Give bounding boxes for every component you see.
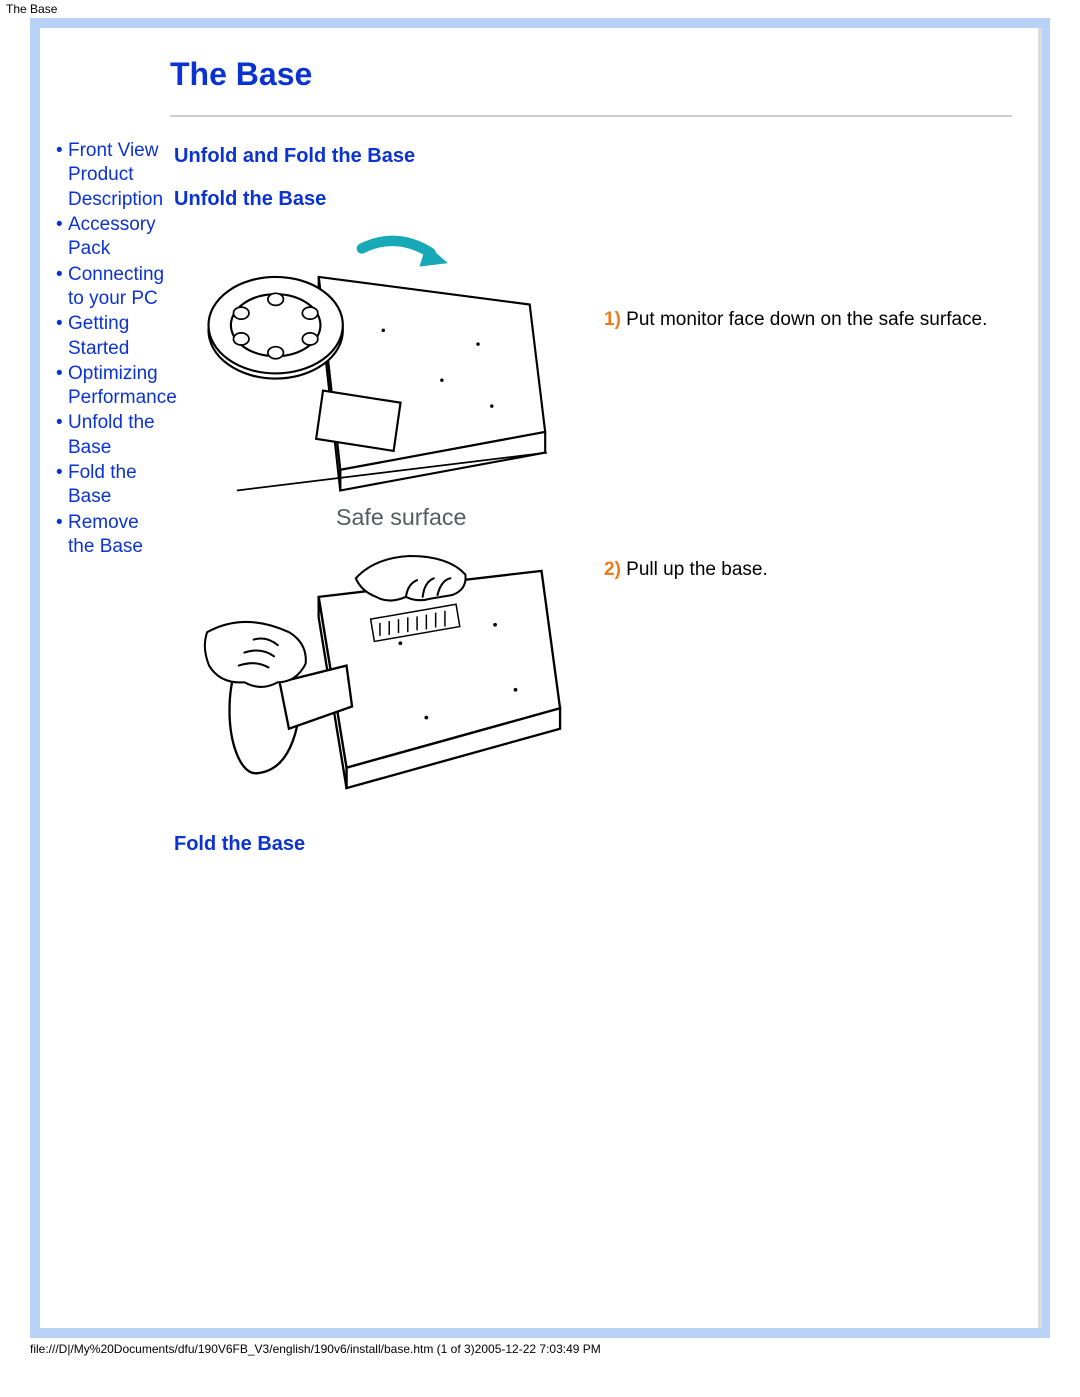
- nav-label: Remove the Base: [68, 512, 143, 557]
- step-row: 2) Pull up the base.: [174, 543, 1012, 809]
- nav-unfold-base[interactable]: •Unfold the Base: [54, 411, 170, 460]
- bullet-icon: •: [56, 312, 63, 336]
- nav-label: Unfold the Base: [68, 412, 155, 457]
- page-frame: The Base •Front View Product Description…: [30, 18, 1050, 1338]
- nav-label: Optimizing Performance: [68, 363, 177, 408]
- step-2-text: 2) Pull up the base.: [584, 543, 1012, 581]
- figure-2: [174, 543, 584, 809]
- figure-1: Safe surface: [174, 227, 584, 543]
- sidebar-nav: •Front View Product Description •Accesso…: [54, 139, 170, 560]
- bullet-icon: •: [56, 461, 63, 485]
- nav-label: Connecting to your PC: [68, 264, 164, 309]
- nav-getting-started[interactable]: •Getting Started: [54, 312, 170, 361]
- content-row: •Front View Product Description •Accesso…: [40, 139, 1042, 872]
- footer-text: file:///D|/My%20Documents/dfu/190V6FB_V3…: [30, 1342, 601, 1356]
- fold-heading: Fold the Base: [174, 833, 1012, 856]
- pull-up-base-illustration: [174, 543, 584, 803]
- nav-label: Getting Started: [68, 313, 129, 358]
- nav-remove-base[interactable]: •Remove the Base: [54, 511, 170, 560]
- unfold-heading: Unfold the Base: [174, 188, 1012, 211]
- section-heading: Unfold and Fold the Base: [174, 145, 1012, 168]
- step-number: 2): [604, 559, 621, 580]
- bullet-icon: •: [56, 411, 63, 435]
- step-1-text: 1) Put monitor face down on the safe sur…: [584, 227, 1012, 331]
- monitor-face-down-illustration: Safe surface: [174, 227, 584, 537]
- window-title: The Base: [6, 2, 57, 16]
- nav-fold-base[interactable]: •Fold the Base: [54, 461, 170, 510]
- nav-optimizing-performance[interactable]: •Optimizing Performance: [54, 362, 170, 411]
- footer-path: file:///D|/My%20Documents/dfu/190V6FB_V3…: [0, 1338, 1080, 1356]
- safe-surface-label: Safe surface: [336, 504, 467, 530]
- step-number: 1): [604, 309, 621, 330]
- step-text: Pull up the base.: [621, 559, 768, 580]
- nav-accessory-pack[interactable]: •Accessory Pack: [54, 213, 170, 262]
- nav-label: Front View Product Description: [68, 140, 163, 210]
- step-row: Safe surface 1) Put monitor face down on…: [174, 227, 1012, 543]
- bullet-icon: •: [56, 511, 63, 535]
- main-column: Unfold and Fold the Base Unfold the Base: [170, 139, 1012, 872]
- scrollbar[interactable]: [1038, 28, 1042, 1328]
- window-header: The Base: [0, 0, 1080, 18]
- nav-label: Fold the Base: [68, 462, 137, 507]
- page-title: The Base: [40, 28, 1042, 115]
- bullet-icon: •: [56, 213, 63, 237]
- bullet-icon: •: [56, 139, 63, 163]
- nav-connecting-pc[interactable]: •Connecting to your PC: [54, 263, 170, 312]
- divider: [170, 115, 1012, 117]
- step-text: Put monitor face down on the safe surfac…: [621, 309, 987, 330]
- page-body: The Base •Front View Product Description…: [40, 28, 1042, 1328]
- bullet-icon: •: [56, 362, 63, 386]
- nav-front-view[interactable]: •Front View Product Description: [54, 139, 170, 212]
- nav-label: Accessory Pack: [68, 214, 156, 259]
- bullet-icon: •: [56, 263, 63, 287]
